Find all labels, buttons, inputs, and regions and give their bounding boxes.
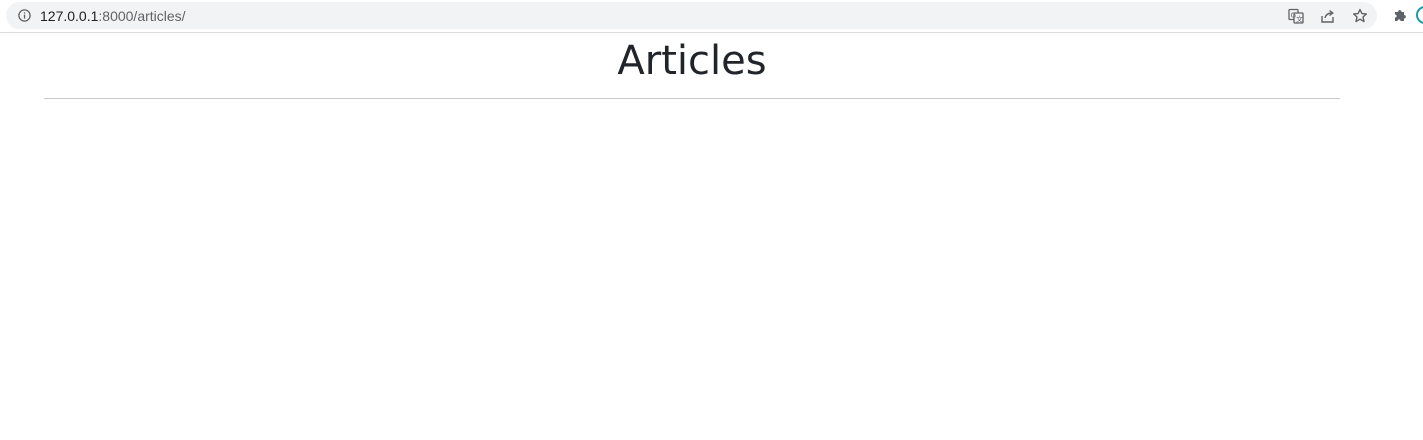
profile-icon[interactable] <box>1416 6 1423 24</box>
translate-icon[interactable]: G 文 <box>1288 8 1304 24</box>
divider <box>44 98 1340 99</box>
address-bar[interactable]: 127.0.0.1:8000/articles/ G 文 <box>6 2 1377 29</box>
browser-toolbar: 127.0.0.1:8000/articles/ G 文 <box>0 0 1423 33</box>
page-content: Articles <box>0 34 1423 440</box>
share-icon[interactable] <box>1320 8 1336 24</box>
url-host: 127.0.0.1 <box>40 8 99 24</box>
url-text[interactable]: 127.0.0.1:8000/articles/ <box>40 8 186 24</box>
page-title: Articles <box>617 38 767 84</box>
extensions-icon[interactable] <box>1392 7 1408 23</box>
star-icon[interactable] <box>1352 8 1368 24</box>
url-path: :8000/articles/ <box>98 8 186 24</box>
info-icon[interactable] <box>18 9 31 22</box>
svg-text:文: 文 <box>1296 14 1303 23</box>
